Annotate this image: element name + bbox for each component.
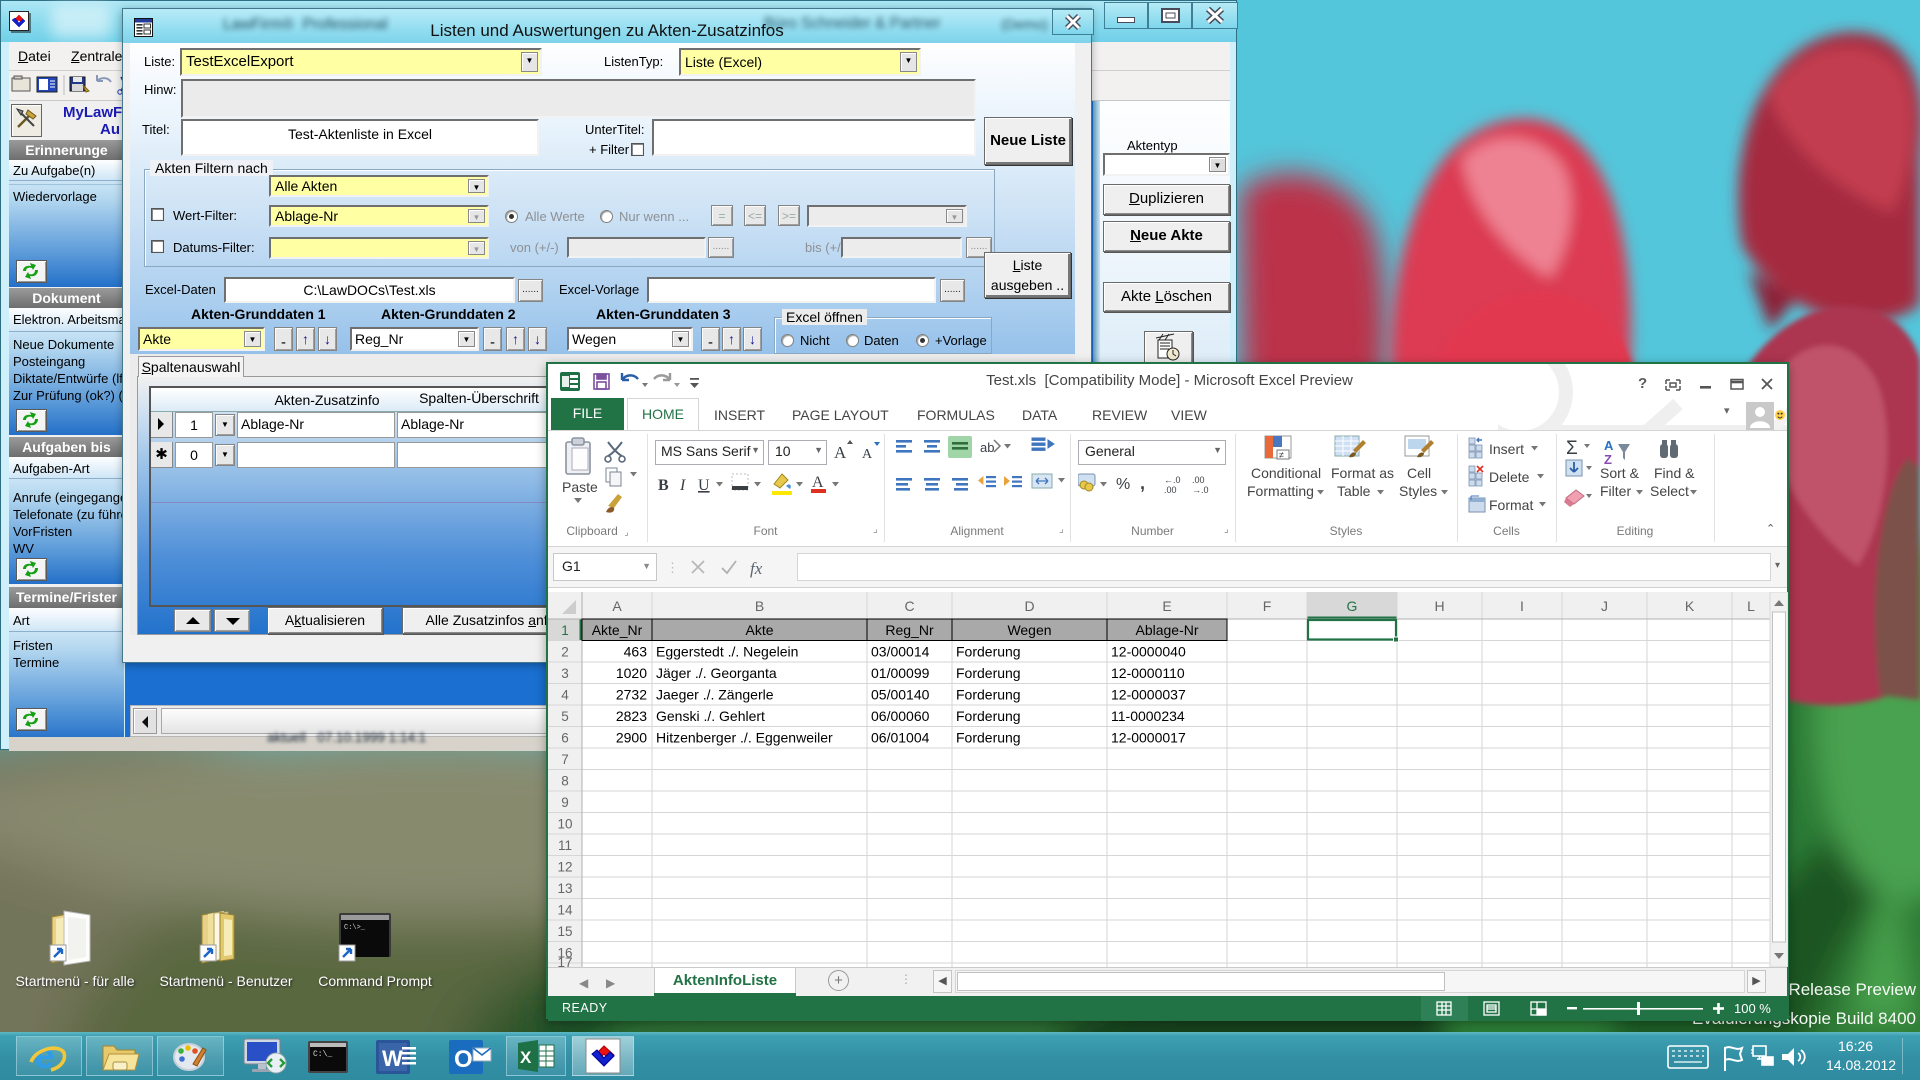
svg-text:Σ: Σ <box>1566 438 1578 459</box>
svg-text:1: 1 <box>561 623 569 638</box>
svg-text:Jaeger ./. Zängerle: Jaeger ./. Zängerle <box>656 687 774 703</box>
svg-text:03/00014: 03/00014 <box>871 644 930 660</box>
svg-text:14: 14 <box>557 903 573 918</box>
svg-text:Wegen: Wegen <box>1007 622 1051 638</box>
svg-text:C:\>_: C:\>_ <box>344 924 366 932</box>
svg-text:3: 3 <box>561 666 569 681</box>
svg-text:I: I <box>679 477 686 494</box>
svg-text:7: 7 <box>561 752 569 767</box>
svg-text:6: 6 <box>561 731 569 746</box>
svg-text:Forderung: Forderung <box>956 665 1021 681</box>
svg-text:A: A <box>812 474 824 491</box>
svg-text:K: K <box>1685 598 1695 614</box>
svg-text:Reg_Nr: Reg_Nr <box>885 622 934 638</box>
svg-text:C: C <box>904 598 914 614</box>
svg-text:Insert: Insert <box>1489 441 1524 457</box>
svg-text:E: E <box>1162 598 1171 614</box>
svg-text:2823: 2823 <box>616 708 647 724</box>
svg-text:Formatting: Formatting <box>1247 483 1314 499</box>
svg-text:2: 2 <box>561 645 569 660</box>
svg-text:?: ? <box>1638 375 1647 392</box>
svg-text:Genski ./. Gehlert: Genski ./. Gehlert <box>656 708 765 724</box>
svg-text:Forderung: Forderung <box>956 644 1021 660</box>
svg-text:12-0000037: 12-0000037 <box>1111 687 1186 703</box>
svg-text:4: 4 <box>561 688 569 703</box>
svg-text:Table: Table <box>1337 483 1371 499</box>
svg-text:11: 11 <box>558 838 572 853</box>
svg-text:Forderung: Forderung <box>956 708 1021 724</box>
svg-text:.00: .00 <box>1164 485 1177 495</box>
svg-text:13: 13 <box>557 881 572 896</box>
svg-text:≠: ≠ <box>1279 450 1284 460</box>
svg-text:Format: Format <box>1489 497 1533 513</box>
svg-text:,: , <box>1140 473 1145 493</box>
svg-text:Conditional: Conditional <box>1251 465 1321 481</box>
svg-text:O: O <box>454 1046 473 1073</box>
svg-text:12-0000040: 12-0000040 <box>1111 644 1186 660</box>
svg-text:Cell: Cell <box>1407 465 1431 481</box>
svg-text:Select: Select <box>1650 483 1689 499</box>
svg-text:Find &: Find & <box>1654 465 1695 481</box>
svg-text:→.0: →.0 <box>1192 485 1209 495</box>
svg-text:D: D <box>1024 598 1034 614</box>
svg-text:5: 5 <box>561 709 569 724</box>
svg-text:2732: 2732 <box>616 687 647 703</box>
svg-text:01/00099: 01/00099 <box>871 665 930 681</box>
svg-text:Forderung: Forderung <box>956 687 1021 703</box>
svg-text:J: J <box>1601 598 1608 614</box>
svg-text:C:\_: C:\_ <box>313 1050 332 1059</box>
svg-text:Filter: Filter <box>1600 483 1631 499</box>
svg-text:Sort &: Sort & <box>1600 465 1640 481</box>
svg-text:10: 10 <box>557 817 572 832</box>
svg-text:12-0000017: 12-0000017 <box>1111 730 1186 746</box>
svg-text:.00: .00 <box>1192 475 1205 485</box>
svg-text:H: H <box>1434 598 1444 614</box>
svg-text:A: A <box>834 443 847 462</box>
svg-text:%: % <box>1116 476 1130 493</box>
svg-text:Hitzenberger ./. Eggenweiler: Hitzenberger ./. Eggenweiler <box>656 730 833 746</box>
svg-text:B: B <box>755 598 764 614</box>
svg-text:A: A <box>612 598 622 614</box>
svg-text:L: L <box>1747 598 1755 614</box>
svg-text:Akte: Akte <box>745 622 773 638</box>
svg-text:G: G <box>1347 598 1358 614</box>
svg-text:Eggerstedt ./. Negelein: Eggerstedt ./. Negelein <box>656 644 798 660</box>
svg-text:A: A <box>1604 438 1614 453</box>
svg-text:05/00140: 05/00140 <box>871 687 930 703</box>
svg-text:fx: fx <box>750 559 763 578</box>
svg-text:12-0000110: 12-0000110 <box>1111 665 1185 681</box>
svg-text:463: 463 <box>624 644 648 660</box>
svg-text:W: W <box>382 1046 403 1071</box>
svg-text:Forderung: Forderung <box>956 730 1021 746</box>
svg-text:Ablage-Nr: Ablage-Nr <box>1135 622 1198 638</box>
svg-text:X: X <box>520 1048 532 1067</box>
svg-text:ab: ab <box>980 440 994 455</box>
svg-text:Paste: Paste <box>562 479 598 495</box>
svg-text:B: B <box>658 477 669 494</box>
svg-text:8: 8 <box>561 774 569 789</box>
svg-text:1020: 1020 <box>616 665 647 681</box>
svg-text:06/01004: 06/01004 <box>871 730 930 746</box>
svg-text:Akte_Nr: Akte_Nr <box>592 622 643 638</box>
svg-text:15: 15 <box>557 924 572 939</box>
svg-text:←.0: ←.0 <box>1164 475 1181 485</box>
svg-text:Jäger ./. Georganta: Jäger ./. Georganta <box>656 665 777 681</box>
svg-text:Styles: Styles <box>1399 483 1437 499</box>
svg-text:A: A <box>862 447 873 462</box>
svg-text:Format as: Format as <box>1331 465 1394 481</box>
svg-text:F: F <box>1263 598 1272 614</box>
svg-text:12: 12 <box>557 860 572 875</box>
svg-text:Delete: Delete <box>1489 469 1530 485</box>
svg-text:16: 16 <box>557 946 572 961</box>
svg-text:11-0000234: 11-0000234 <box>1111 708 1185 724</box>
svg-text:9: 9 <box>561 795 569 810</box>
svg-text:06/00060: 06/00060 <box>871 708 930 724</box>
svg-text:2900: 2900 <box>616 730 647 746</box>
svg-text:U: U <box>698 477 710 494</box>
svg-text:I: I <box>1520 598 1524 614</box>
